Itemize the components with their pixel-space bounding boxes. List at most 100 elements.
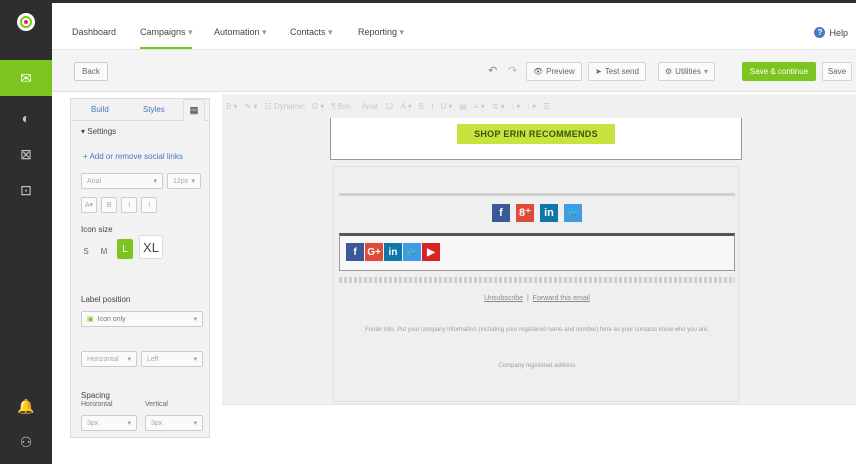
utilities-button[interactable]: ⚙ Utilities ▾ [658,62,715,81]
nav-contacts[interactable]: Contacts ▾ [290,27,333,38]
save-continue-button[interactable]: Save & continue [742,62,816,81]
size-s-option[interactable]: S [81,243,91,259]
horizontal-label: Horizontal [81,401,113,408]
format-button[interactable]: A ▾ [401,102,412,111]
eye-icon: 👁 [533,67,544,76]
icon-size-options: S M L XL [81,235,163,259]
underline-button[interactable]: I [141,197,158,213]
app-logo[interactable] [0,4,52,40]
app-rail: ✉ ◐ ⊠ ⊡ 🔔 ⚇ [0,0,52,464]
format-button[interactable]: ▤ [459,102,467,111]
email-content-block[interactable]: SHOP ERIN RECOMMENDS [330,118,742,160]
text-format-row: A ▾ B I I [81,197,158,213]
format-button[interactable]: ≡ ▾ [474,102,485,111]
help-icon: ? [814,27,826,38]
label-position-label: Label position [81,295,131,304]
forward-email-link[interactable]: Forward this email [533,295,590,302]
facebook-icon[interactable]: f [492,203,510,222]
divider [339,277,735,283]
format-button[interactable]: ≣ ▾ [492,102,505,111]
format-button[interactable]: ⁞ ▾ [512,102,520,111]
form-icon[interactable]: ⊡ [0,172,52,208]
canvas-bottom-area [222,404,856,464]
google-plus-icon[interactable]: G+ [365,243,383,261]
orientation-select[interactable]: Horizontal ▾ [81,351,137,367]
vertical-label: Vertical [145,401,168,408]
format-button[interactable]: Arial [362,102,378,111]
label-position-select[interactable]: ▣ Icon only ▾ [81,311,203,327]
nav-dashboard[interactable]: Dashboard [72,27,116,37]
footer-links: Unsubscribe | Forward this email [484,295,590,302]
format-button[interactable]: I [431,102,433,111]
nav-campaigns[interactable]: Campaigns ▾ [140,27,193,38]
format-button[interactable]: ☷ Dynamic [265,102,306,111]
size-m-option[interactable]: M [97,243,111,259]
youtube-icon[interactable]: ▶ [422,243,440,261]
text-color-button[interactable]: A ▾ [81,197,98,213]
bell-icon[interactable]: 🔔 [0,388,52,424]
vertical-spacing-select[interactable]: 3px ▾ [145,415,203,431]
format-button[interactable]: ✎ ▾ [245,102,258,111]
nav-reporting[interactable]: Reporting ▾ [358,27,404,38]
social-links-small-selected[interactable]: f G+ in 🐦 ▶ [339,233,735,271]
unsubscribe-link[interactable]: Unsubscribe [484,295,523,302]
tab-build[interactable]: Build [91,105,109,114]
settings-header[interactable]: ▾ Settings [81,127,116,136]
save-button[interactable]: Save [822,62,852,81]
top-nav: Dashboard Campaigns ▾ Automation ▾ Conta… [52,0,856,50]
active-nav-indicator [140,47,192,49]
format-button[interactable]: U ▾ [440,102,452,111]
format-button[interactable]: B [419,102,424,111]
contrast-icon[interactable]: ◐ [0,100,52,136]
calendar-x-icon[interactable]: ⊠ [0,136,52,172]
help-link[interactable]: ? Help [814,27,848,38]
format-button[interactable]: ¶ Bre.. [331,102,354,111]
spacing-label: Spacing [81,391,110,400]
gear-icon: ⚙ [665,67,673,76]
format-button[interactable]: ⁝ ▾ [527,102,536,111]
email-canvas: B ▾ ✎ ▾ ☷ Dynamic Ω ▾ ¶ Bre.. Arial 12 A… [222,94,856,464]
undo-icon[interactable]: ↶ [488,64,497,77]
format-button[interactable]: 12 [385,102,394,111]
font-select[interactable]: Arial ▾ [81,173,163,189]
size-l-option[interactable]: L [117,239,133,259]
email-footer-block[interactable]: f 8⁺ in 🐦 f G+ in 🐦 ▶ Unsubscribe | Forw… [332,166,740,402]
users-icon[interactable]: ⚇ [0,424,52,460]
mail-icon[interactable]: ✉ [0,60,52,96]
size-xl-option[interactable]: XL [139,235,163,259]
google-plus-icon[interactable]: 8⁺ [516,203,534,222]
horizontal-spacing-select[interactable]: 3px ▾ [81,415,137,431]
facebook-icon[interactable]: f [346,243,364,261]
italic-button[interactable]: I [121,197,138,213]
linkedin-icon[interactable]: in [384,243,402,261]
tab-styles[interactable]: Styles [143,105,165,114]
format-button[interactable]: Ω ▾ [312,102,324,111]
preview-button[interactable]: 👁 Preview [526,62,582,81]
footer-address: Company registered address [498,363,576,369]
editor-toolbar: Back ↶ ↷ 👁 Preview ➤ Test send ⚙ Utilities ▾… [52,50,856,92]
align-select[interactable]: Left ▾ [141,351,203,367]
image-icon: ▣ [87,316,94,323]
redo-icon[interactable]: ↷ [508,64,517,77]
shop-cta-button[interactable]: SHOP ERIN RECOMMENDS [457,124,615,144]
text-format-toolbar: B ▾ ✎ ▾ ☷ Dynamic Ω ▾ ¶ Bre.. Arial 12 A… [222,94,856,118]
panel-tabs: Build Styles ▤ [71,99,209,121]
icon-size-label: Icon size [81,225,113,234]
social-links-large[interactable]: f 8⁺ in 🐦 [339,193,735,229]
bold-button[interactable]: B [101,197,118,213]
test-send-button[interactable]: ➤ Test send [588,62,646,81]
font-size-select[interactable]: 12px ▾ [167,173,201,189]
back-button[interactable]: Back [74,62,108,81]
nav-automation[interactable]: Automation ▾ [214,27,267,38]
settings-panel: Build Styles ▤ ▾ Settings + Add or remov… [70,98,210,438]
add-social-links[interactable]: + Add or remove social links [83,152,183,161]
linkedin-icon[interactable]: in [540,203,558,222]
format-button[interactable]: ☰ [543,102,550,111]
block-settings-icon[interactable]: ▤ [183,99,205,121]
twitter-icon[interactable]: 🐦 [564,203,582,222]
format-button[interactable]: B ▾ [226,102,238,111]
twitter-icon[interactable]: 🐦 [403,243,421,261]
social-icons-row: f G+ in 🐦 ▶ [346,243,440,261]
footer-info-text: Footer info. Put your company informatio… [365,327,709,333]
logo-icon [17,13,35,31]
